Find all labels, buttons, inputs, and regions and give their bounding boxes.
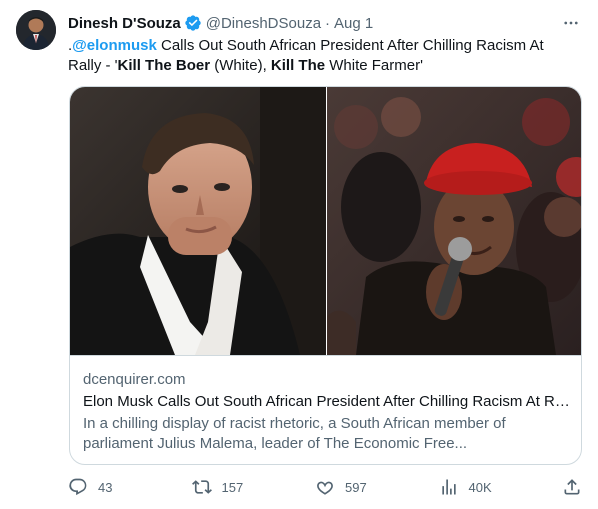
tweet-text-bold: Kill The (270, 57, 326, 74)
share-button[interactable] (562, 477, 582, 497)
repost-count: 157 (221, 479, 244, 495)
like-icon (317, 481, 333, 495)
card-title: Elon Musk Calls Out South African Presid… (83, 393, 570, 410)
verified-badge-icon (184, 14, 202, 32)
tweet-text-part: White Farmer' (325, 57, 423, 74)
media-divider (326, 87, 327, 355)
card-domain: dcenquirer.com (83, 371, 186, 388)
reply-count: 43 (98, 479, 113, 495)
mention-link[interactable]: @elonmusk (72, 37, 157, 54)
avatar[interactable] (16, 10, 56, 50)
card-image-left (70, 87, 326, 355)
action-bar: 43 157 597 40K (68, 477, 582, 497)
tweet[interactable]: Dinesh D'Souza @DineshDSouza · Aug 1 .@e… (0, 0, 598, 509)
tweet-header: Dinesh D'Souza @DineshDSouza · Aug 1 (68, 13, 582, 33)
display-name[interactable]: Dinesh D'Souza (68, 15, 181, 32)
repost-button[interactable]: 157 (191, 477, 272, 497)
tweet-date[interactable]: Aug 1 (334, 15, 373, 32)
views-count: 40K (468, 479, 492, 495)
repost-icon (191, 480, 212, 494)
handle[interactable]: @DineshDSouza (206, 15, 321, 32)
card-description-line: In a chilling display of racist rhetoric… (83, 415, 506, 432)
views-icon (441, 479, 456, 495)
reply-button[interactable]: 43 (68, 477, 148, 497)
card-body[interactable]: dcenquirer.com Elon Musk Calls Out South… (70, 355, 581, 464)
card-description: In a chilling display of racist rhetoric… (83, 414, 570, 454)
tweet-text: .@elonmusk Calls Out South African Presi… (68, 36, 568, 76)
card-image[interactable] (70, 87, 581, 355)
tweet-text-part: (White), (210, 57, 271, 74)
like-button[interactable]: 597 (315, 477, 395, 497)
separator-dot: · (325, 14, 331, 32)
reply-icon (69, 478, 87, 496)
tweet-text-bold: Kill The Boer (117, 57, 211, 74)
avatar-image (16, 10, 56, 50)
link-card[interactable]: dcenquirer.com Elon Musk Calls Out South… (69, 86, 582, 465)
share-icon (564, 479, 580, 495)
like-count: 597 (345, 479, 367, 495)
more-icon[interactable] (560, 13, 582, 33)
views-button[interactable]: 40K (439, 477, 519, 497)
card-image-right (326, 87, 581, 355)
card-description-line: parliament Julius Malema, leader of The … (83, 435, 468, 452)
